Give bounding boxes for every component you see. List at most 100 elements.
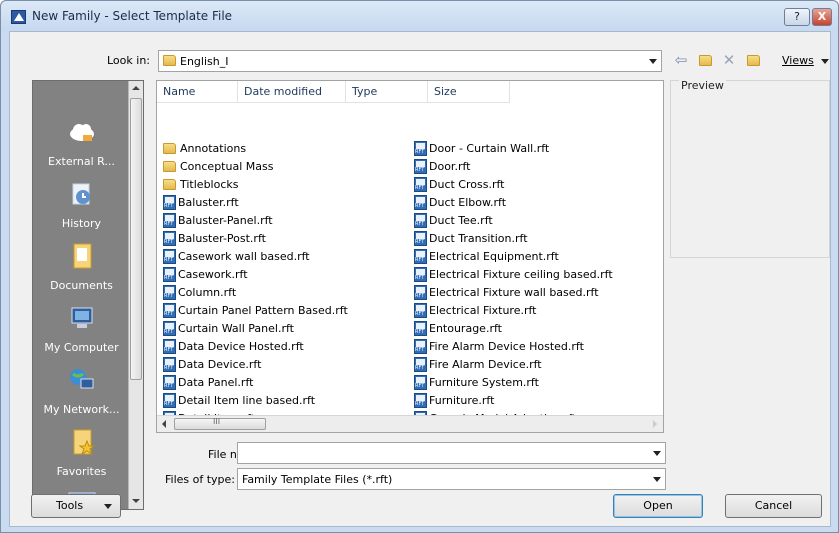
- window-title: New Family - Select Template File: [32, 9, 233, 23]
- place-history[interactable]: History: [33, 179, 130, 230]
- column-header-size[interactable]: Size: [428, 81, 510, 103]
- revit-app-icon: [11, 10, 26, 24]
- scroll-right-icon[interactable]: [653, 420, 657, 428]
- file-list[interactable]: Name Date modified Type Size Annotations…: [156, 80, 664, 433]
- file-item[interactable]: Duct Elbow.rft: [414, 194, 506, 211]
- scrollbar-thumb[interactable]: [130, 98, 142, 380]
- tools-button[interactable]: Tools: [31, 494, 121, 518]
- rft-file-icon: [414, 230, 427, 246]
- file-item[interactable]: Casework wall based.rft: [163, 248, 310, 265]
- file-item[interactable]: Door.rft: [414, 158, 470, 175]
- cancel-button[interactable]: Cancel: [725, 494, 822, 518]
- file-item[interactable]: Fire Alarm Device.rft: [414, 356, 542, 373]
- open-button[interactable]: Open: [613, 494, 703, 518]
- file-item[interactable]: Baluster.rft: [163, 194, 239, 211]
- file-item[interactable]: Detail Item line based.rft: [163, 392, 315, 409]
- places-scrollbar[interactable]: [128, 81, 143, 509]
- documents-icon: [73, 243, 91, 269]
- file-item[interactable]: Electrical Fixture wall based.rft: [414, 284, 599, 301]
- rft-file-icon: [414, 320, 427, 336]
- file-name: Electrical Fixture wall based.rft: [429, 286, 599, 299]
- network-icon: [69, 369, 93, 389]
- scroll-down-icon[interactable]: [132, 499, 140, 503]
- file-item[interactable]: Electrical Equipment.rft: [414, 248, 559, 265]
- scrollbar-thumb[interactable]: III: [174, 417, 266, 430]
- history-icon: [72, 183, 90, 205]
- file-item[interactable]: Curtain Panel Pattern Based.rft: [163, 302, 348, 319]
- file-name: Duct Cross.rft: [429, 178, 505, 191]
- file-item[interactable]: Fire Alarm Device Hosted.rft: [414, 338, 584, 355]
- file-name: Titleblocks: [180, 178, 239, 191]
- look-in-dropdown[interactable]: English_I: [158, 50, 662, 72]
- rft-file-icon: [414, 374, 427, 390]
- file-item[interactable]: Furniture.rft: [414, 392, 494, 409]
- rft-file-icon: [163, 374, 176, 390]
- file-item[interactable]: Duct Tee.rft: [414, 212, 493, 229]
- horizontal-scrollbar[interactable]: III: [157, 415, 663, 432]
- views-menu-button[interactable]: Views: [782, 54, 814, 67]
- place-my-network[interactable]: My Network...: [33, 365, 130, 416]
- chevron-down-icon[interactable]: [649, 59, 657, 64]
- chevron-down-icon[interactable]: [821, 59, 829, 64]
- place-label: External R...: [48, 155, 115, 168]
- scroll-up-icon[interactable]: [132, 86, 140, 90]
- chevron-down-icon[interactable]: [653, 477, 661, 482]
- place-documents[interactable]: Documents: [33, 241, 130, 292]
- folder-icon: [163, 55, 176, 66]
- computer-icon: [71, 307, 92, 328]
- file-name: Door - Curtain Wall.rft: [429, 142, 550, 155]
- help-button[interactable]: ?: [784, 8, 810, 26]
- place-label: Documents: [50, 279, 113, 292]
- file-name: Door.rft: [429, 160, 471, 173]
- file-item[interactable]: Casework.rft: [163, 266, 248, 283]
- file-item[interactable]: Data Panel.rft: [163, 374, 253, 391]
- file-item[interactable]: Furniture System.rft: [414, 374, 539, 391]
- file-item[interactable]: Electrical Fixture ceiling based.rft: [414, 266, 613, 283]
- close-button[interactable]: X: [812, 8, 832, 26]
- file-name: Fire Alarm Device Hosted.rft: [429, 340, 584, 353]
- file-item[interactable]: Electrical Fixture.rft: [414, 302, 537, 319]
- rft-file-icon: [163, 248, 176, 264]
- file-item[interactable]: Duct Transition.rft: [414, 230, 528, 247]
- place-label: Favorites: [56, 465, 107, 478]
- file-item[interactable]: Titleblocks: [163, 176, 239, 193]
- files-of-type-dropdown[interactable]: Family Template Files (*.rft): [237, 468, 666, 490]
- delete-icon[interactable]: ✕: [720, 52, 738, 68]
- column-header-date-modified[interactable]: Date modified: [238, 81, 346, 103]
- file-name: Data Device Hosted.rft: [178, 340, 304, 353]
- folder-icon: [163, 160, 176, 172]
- preview-pane: Preview: [670, 79, 830, 258]
- chevron-down-icon[interactable]: [653, 451, 661, 456]
- file-name-input[interactable]: [237, 442, 666, 464]
- file-item[interactable]: Data Device Hosted.rft: [163, 338, 304, 355]
- place-favorites[interactable]: Favorites: [33, 427, 130, 478]
- places-bar: External R... History Documents My Compu…: [32, 80, 144, 510]
- file-item[interactable]: Baluster-Post.rft: [163, 230, 266, 247]
- file-item[interactable]: Curtain Wall Panel.rft: [163, 320, 294, 337]
- scroll-left-icon[interactable]: [162, 420, 166, 428]
- file-item[interactable]: Baluster-Panel.rft: [163, 212, 273, 229]
- rft-file-icon: [163, 230, 176, 246]
- file-name: Fire Alarm Device.rft: [429, 358, 542, 371]
- rft-file-icon: [414, 194, 427, 210]
- file-name: Curtain Wall Panel.rft: [178, 322, 294, 335]
- place-my-computer[interactable]: My Computer: [33, 303, 130, 354]
- file-item[interactable]: Conceptual Mass: [163, 158, 273, 175]
- file-item[interactable]: Data Device.rft: [163, 356, 261, 373]
- place-external-resources[interactable]: External R...: [33, 117, 130, 168]
- place-label: My Computer: [44, 341, 119, 354]
- new-folder-icon[interactable]: [744, 52, 762, 68]
- file-item[interactable]: Annotations: [163, 140, 246, 157]
- file-item[interactable]: Column.rft: [163, 284, 236, 301]
- file-item[interactable]: Entourage.rft: [414, 320, 502, 337]
- up-folder-icon[interactable]: [696, 52, 714, 68]
- file-name: Conceptual Mass: [180, 160, 274, 173]
- rft-file-icon: [414, 158, 427, 174]
- file-item[interactable]: Duct Cross.rft: [414, 176, 504, 193]
- rft-file-icon: [163, 302, 176, 318]
- file-item[interactable]: Door - Curtain Wall.rft: [414, 140, 549, 157]
- back-arrow-icon[interactable]: ⇦: [672, 52, 690, 68]
- column-header-name[interactable]: Name: [157, 81, 238, 103]
- column-header-type[interactable]: Type: [346, 81, 428, 103]
- rft-file-icon: [414, 248, 427, 264]
